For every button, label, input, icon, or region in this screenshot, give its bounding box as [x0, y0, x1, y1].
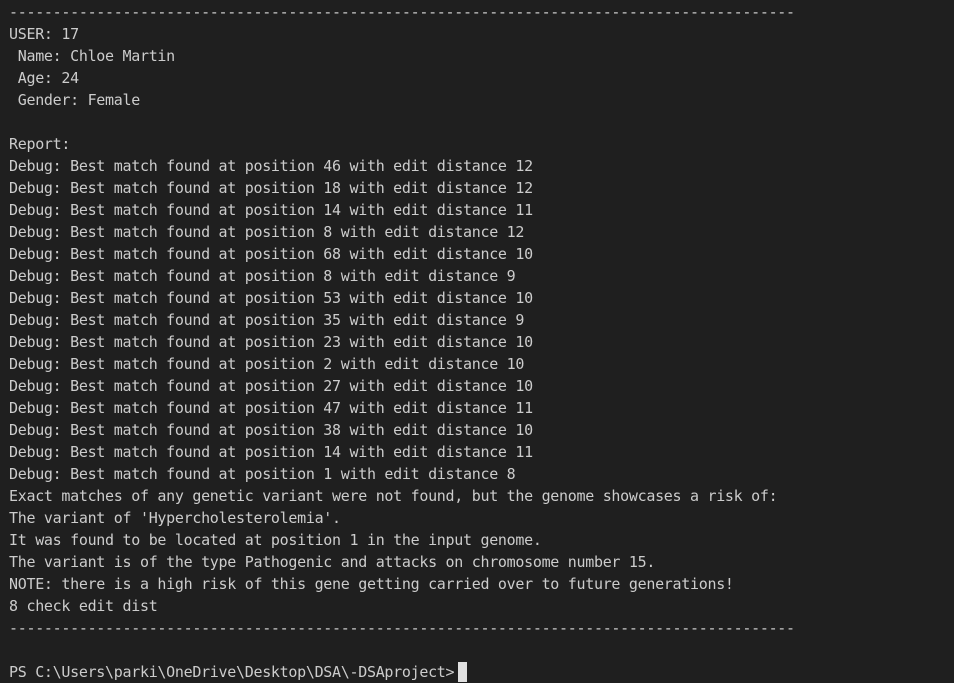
debug-line: Debug: Best match found at position 47 w…	[9, 399, 533, 417]
separator-line-top: ----------------------------------------…	[9, 3, 795, 21]
debug-line: Debug: Best match found at position 8 wi…	[9, 223, 525, 241]
terminal-panel[interactable]: ----------------------------------------…	[0, 0, 954, 682]
debug-line: Debug: Best match found at position 14 w…	[9, 201, 533, 219]
result-line: NOTE: there is a high risk of this gene …	[9, 575, 734, 593]
result-line: The variant of 'Hypercholesterolemia'.	[9, 509, 341, 527]
result-line: Exact matches of any genetic variant wer…	[9, 487, 778, 505]
result-line: 8 check edit dist	[9, 597, 158, 615]
result-output: Exact matches of any genetic variant wer…	[9, 485, 954, 617]
debug-line: Debug: Best match found at position 2 wi…	[9, 355, 525, 373]
debug-line: Debug: Best match found at position 8 wi…	[9, 267, 516, 285]
user-gender-line: Gender: Female	[9, 91, 141, 109]
result-line: It was found to be located at position 1…	[9, 531, 542, 549]
debug-line: Debug: Best match found at position 14 w…	[9, 443, 533, 461]
user-age-line: Age: 24	[9, 69, 79, 87]
debug-line: Debug: Best match found at position 53 w…	[9, 289, 533, 307]
result-line: The variant is of the type Pathogenic an…	[9, 553, 656, 571]
report-label: Report:	[9, 135, 71, 153]
debug-line: Debug: Best match found at position 38 w…	[9, 421, 533, 439]
user-name-line: Name: Chloe Martin	[9, 47, 175, 65]
debug-line: Debug: Best match found at position 35 w…	[9, 311, 525, 329]
text-cursor[interactable]	[458, 662, 468, 682]
debug-line: Debug: Best match found at position 1 wi…	[9, 465, 516, 483]
debug-line: Debug: Best match found at position 68 w…	[9, 245, 533, 263]
debug-output: Debug: Best match found at position 46 w…	[9, 155, 954, 485]
debug-line: Debug: Best match found at position 23 w…	[9, 333, 533, 351]
user-header: USER: 17	[9, 25, 79, 43]
debug-line: Debug: Best match found at position 27 w…	[9, 377, 533, 395]
debug-line: Debug: Best match found at position 18 w…	[9, 179, 533, 197]
separator-line-bottom: ----------------------------------------…	[9, 619, 795, 637]
debug-line: Debug: Best match found at position 46 w…	[9, 157, 533, 175]
